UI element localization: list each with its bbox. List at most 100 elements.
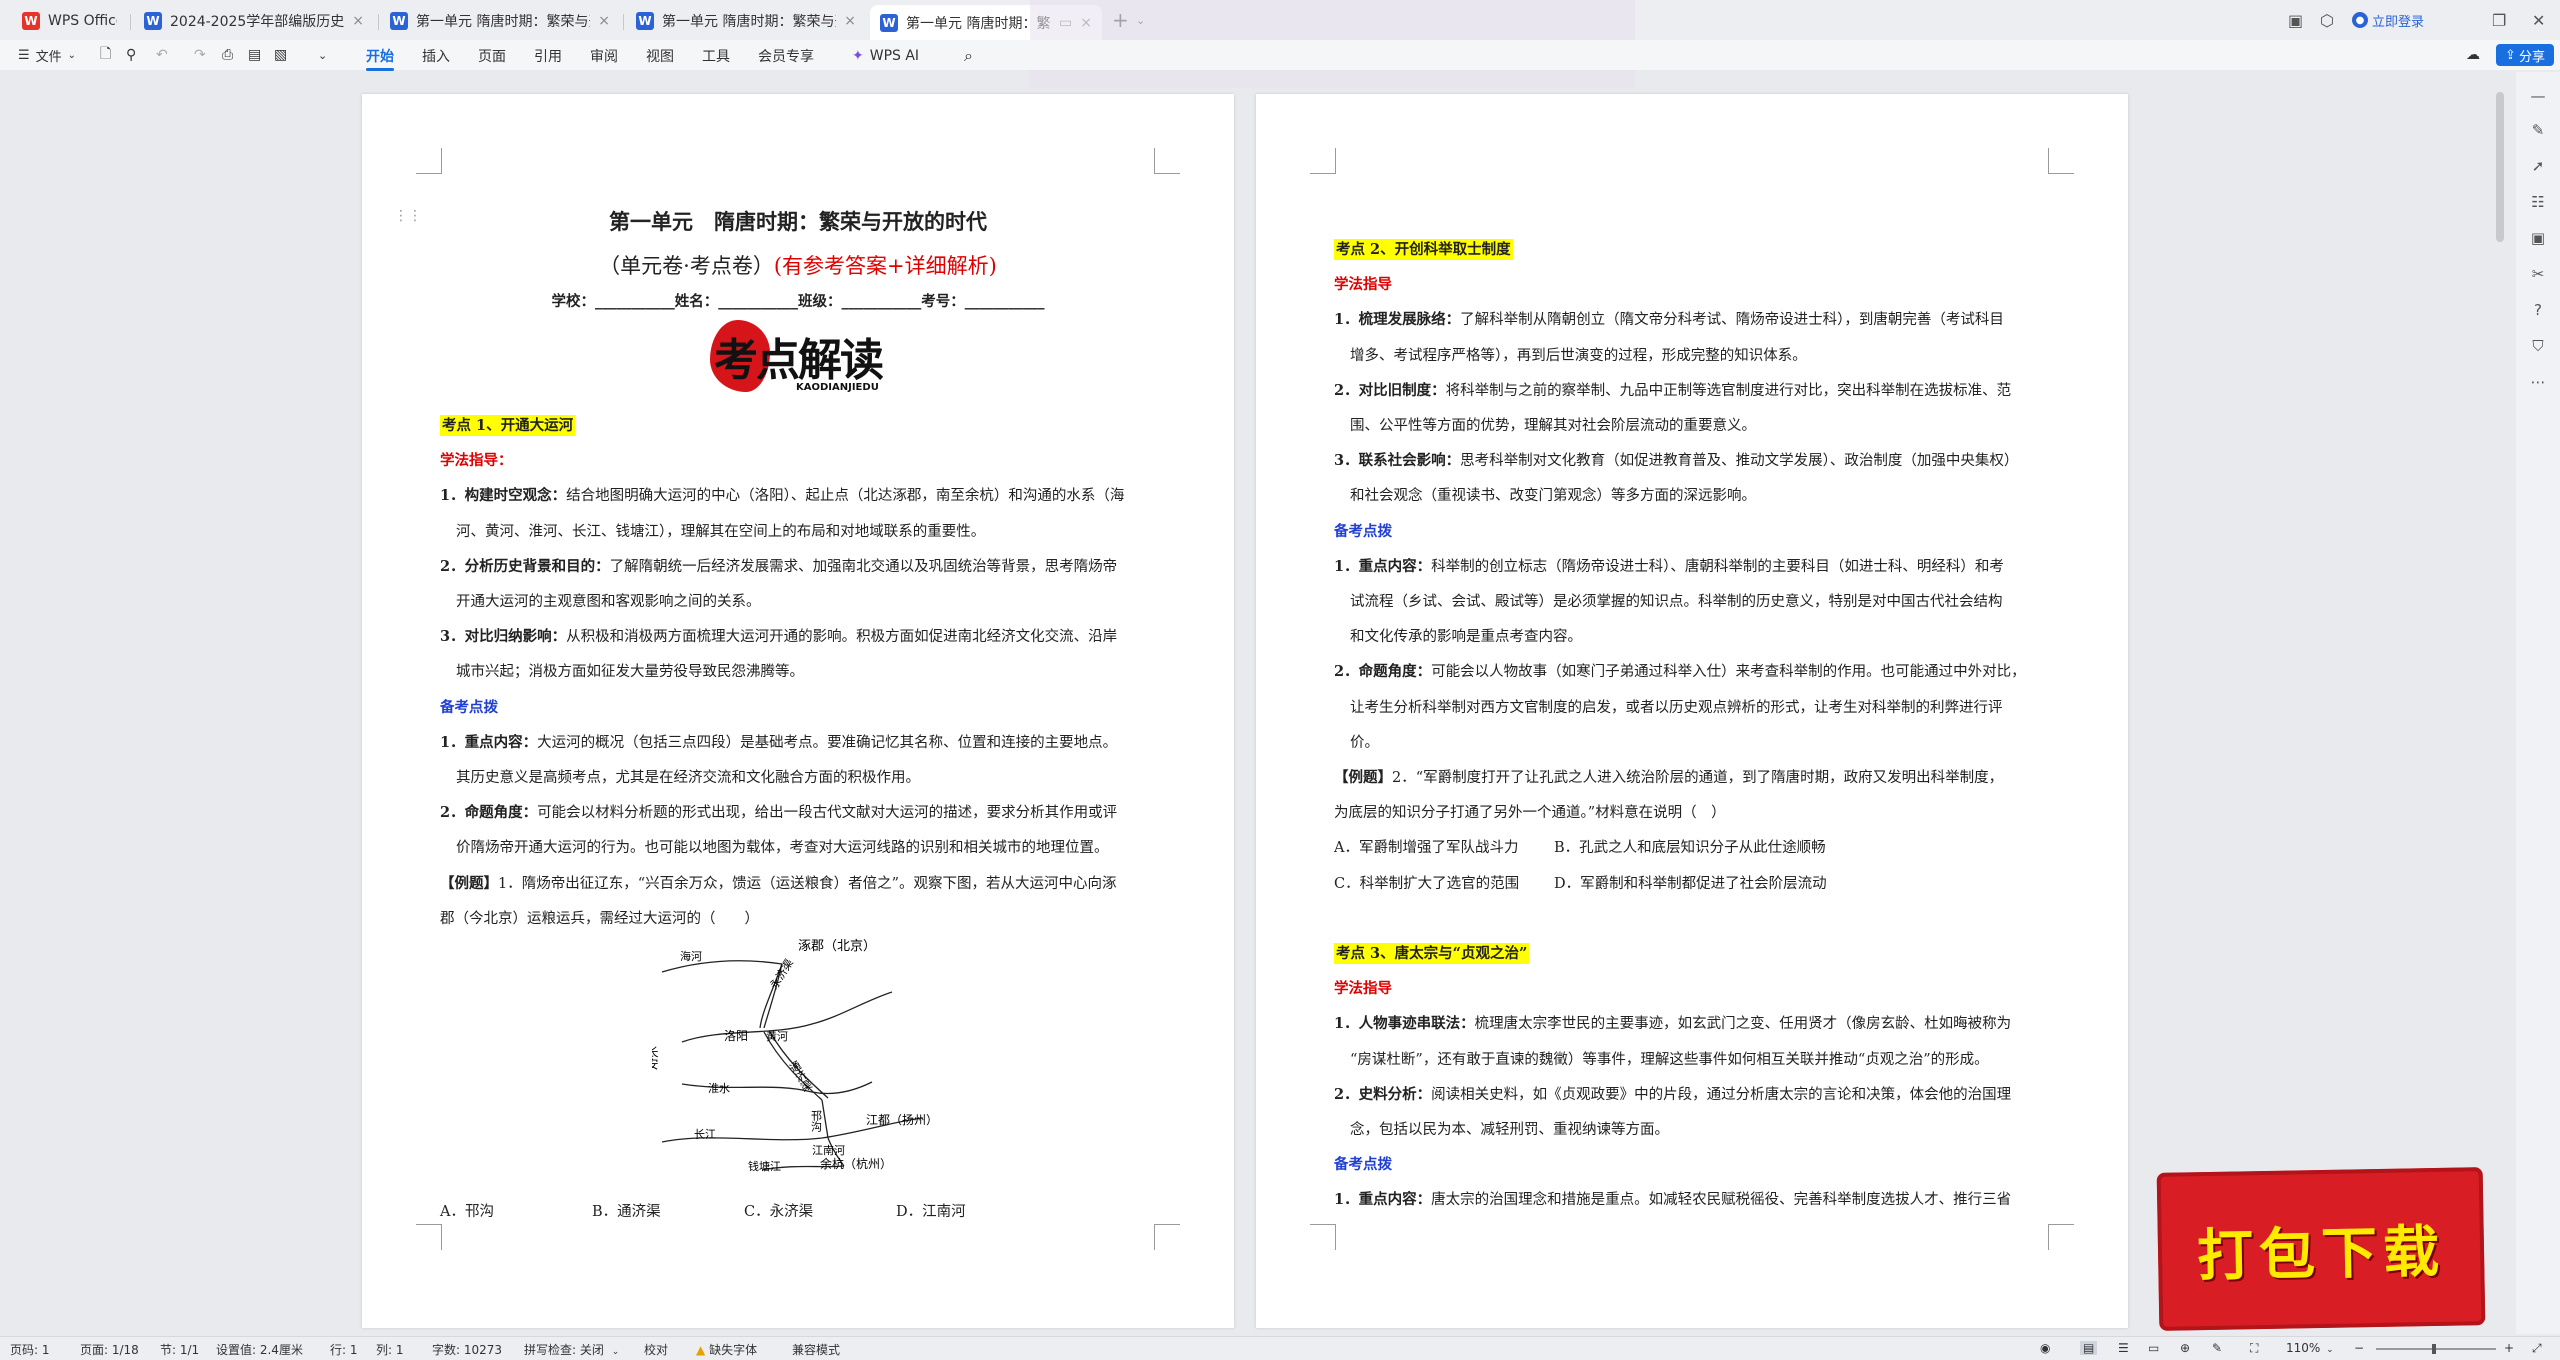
- zoom-out-icon[interactable]: −: [2354, 1341, 2364, 1355]
- option-a: A．邗沟: [440, 1204, 494, 1220]
- find-icon[interactable]: ⚲: [126, 44, 136, 66]
- tab-wps-office[interactable]: W WPS Office: [12, 5, 127, 37]
- right-side-toolbar: — ✎ ➚ ☷ ▣ ✂ ? ⛉ ⋯: [2516, 72, 2560, 1334]
- paragraph-text: 价隋炀帝开通大运河的行为。也可能以地图为载体，考查对大运河线路的识别和相关城市的…: [456, 840, 1109, 857]
- status-section[interactable]: 节: 1/1: [160, 1341, 199, 1358]
- undo-icon[interactable]: ↶: [156, 44, 168, 66]
- paragraph-text: 城市兴起；消极方面如征发大量劳役导致民怨沸腾等。: [456, 664, 804, 681]
- outline-view-icon[interactable]: ☰: [2118, 1341, 2129, 1355]
- vertical-scrollbar-thumb[interactable]: [2496, 92, 2504, 242]
- cloud-sync-icon[interactable]: ☁: [2466, 44, 2480, 66]
- subtitle-part-a: （单元卷·考点卷）: [599, 254, 774, 278]
- close-icon[interactable]: ×: [598, 13, 610, 29]
- option-c: C．永济渠: [744, 1204, 814, 1220]
- zoom-slider-thumb[interactable]: [2432, 1344, 2436, 1354]
- paragraph-lead: 1．梳理发展脉络：: [1334, 311, 1461, 329]
- status-compat-mode: 兼容模式: [792, 1343, 841, 1357]
- answer-options-row: C．科举制扩大了选官的范围 D．军爵制和科举制都促进了社会阶层流动: [1334, 872, 1827, 893]
- paragraph-continuation: 城市兴起；消极方面如征发大量劳役导致民怨沸腾等。: [456, 660, 804, 681]
- status-setting[interactable]: 设置值: 2.4厘米: [216, 1341, 303, 1358]
- paragraph-line: 1．人物事迹串联法：梳理唐太宗李世民的主要事迹，如玄武门之变、任用贤才（像房玄龄…: [1334, 1012, 2011, 1033]
- cube-icon[interactable]: ⬡: [2320, 9, 2334, 31]
- paragraph-lead: 【例题】: [440, 874, 498, 892]
- status-word-count[interactable]: 字数: 10273: [432, 1341, 502, 1358]
- download-promo-badge[interactable]: 打包下载: [2156, 1167, 2486, 1331]
- paragraph-text: 和社会观念（重视读书、改变门第观念）等多方面的深远影响。: [1350, 488, 1756, 505]
- more-icon[interactable]: ⋯: [2528, 372, 2548, 392]
- paragraph-lead: 3．联系社会影响：: [1334, 452, 1461, 470]
- login-button[interactable]: ● 立即登录: [2352, 9, 2424, 31]
- zoom-level-label: 110%: [2286, 1341, 2321, 1355]
- restore-window-icon[interactable]: ❐: [2492, 9, 2506, 31]
- tab-document-1[interactable]: W 2024-2025学年部编版历史七年级 ×: [134, 5, 374, 37]
- ribbon-tab-insert[interactable]: 插入: [422, 44, 450, 68]
- close-window-icon[interactable]: ✕: [2532, 9, 2545, 31]
- fullscreen-icon[interactable]: ⤢: [2532, 1341, 2542, 1356]
- ribbon-tab-page[interactable]: 页面: [478, 44, 506, 68]
- file-menu[interactable]: ☰ 文件 ⌄: [18, 44, 76, 66]
- map-label-jiangnan: 江南河: [812, 1144, 845, 1157]
- select-cursor-icon[interactable]: ➚: [2528, 156, 2548, 176]
- pen-icon[interactable]: ✎: [2528, 120, 2548, 140]
- page-view-icon[interactable]: ▤: [2080, 1341, 2098, 1355]
- tab-document-3[interactable]: W 第一单元 隋唐时期：繁荣与开放的 ×: [626, 5, 866, 37]
- spell-check-label: 拼写检查: 关闭: [524, 1343, 604, 1357]
- tab-label: 第一单元 隋唐时期：繁荣与开放的时: [416, 14, 590, 30]
- status-spell-check[interactable]: 拼写检查: 关闭 ⌄: [524, 1341, 619, 1358]
- layout-icon[interactable]: ▣: [2288, 9, 2303, 31]
- paragraph-text: 科举制的创立标志（隋炀帝设进士科）、唐朝科举制的主要科目（如进士科、明经科）和考: [1431, 558, 2004, 575]
- subtitle-part-b: (有参考答案+详细解析): [773, 254, 997, 278]
- status-pages[interactable]: 页面: 1/18: [80, 1341, 139, 1358]
- paragraph-continuation: 让考生分析科举制对西方文官制度的启发，或者以历史观点辨析的形式，让考生对科举制的…: [1350, 696, 2003, 717]
- format-painter-icon[interactable]: ▧: [274, 44, 287, 66]
- paragraph-text: 思考科举制对文化教育（如促进教育普及、推动文学发展）、政治制度（加强中央集权）: [1460, 453, 2019, 470]
- ribbon-tab-references[interactable]: 引用: [534, 44, 562, 68]
- wps-ai-button[interactable]: ✦ WPS AI: [852, 44, 919, 68]
- shirt-icon[interactable]: ⛉: [2528, 336, 2548, 356]
- map-label-yuhang: 余杭（杭州）: [820, 1156, 892, 1171]
- ribbon-tab-home[interactable]: 开始: [366, 44, 394, 71]
- read-view-icon[interactable]: ▭: [2148, 1341, 2159, 1355]
- share-button[interactable]: ⇪ 分享: [2496, 44, 2554, 66]
- paragraph-text: 增多、考试程序严格等），再到后世演变的过程，形成完整的知识体系。: [1350, 347, 1807, 364]
- print-icon[interactable]: ⎙: [222, 44, 233, 66]
- ribbon-tab-view[interactable]: 视图: [646, 44, 674, 68]
- status-page-number[interactable]: 页码: 1: [10, 1341, 50, 1358]
- ribbon-tab-member[interactable]: 会员专享: [758, 44, 814, 68]
- tools-icon[interactable]: ✂: [2528, 264, 2548, 284]
- help-icon[interactable]: ?: [2528, 300, 2548, 320]
- map-label-qiantang: 钱塘江: [748, 1159, 781, 1172]
- close-icon[interactable]: ×: [352, 13, 364, 29]
- map-label-huanghe: 黄河: [766, 1029, 788, 1043]
- status-missing-font[interactable]: ▲ 缺失字体: [696, 1341, 757, 1358]
- paragraph-continuation: 围、公平性等方面的优势，理解其对社会阶层流动的重要意义。: [1350, 414, 1756, 435]
- paragraph-text: 河、黄河、淮河、长江、钱塘江），理解其在空间上的布局和对地域联系的重要性。: [456, 523, 986, 540]
- paragraph-lead: 3．对比归纳影响：: [440, 628, 567, 646]
- write-mode-icon[interactable]: ✎: [2212, 1341, 2222, 1355]
- paragraph-line: 3．对比归纳影响：从积极和消极两方面梳理大运河开通的影响。积极方面如促进南北经济…: [440, 625, 1117, 646]
- web-view-icon[interactable]: ⊕: [2180, 1341, 2190, 1355]
- search-icon[interactable]: ⌕: [964, 44, 973, 68]
- export-pdf-icon[interactable]: ▤: [248, 44, 261, 66]
- ribbon-tab-review[interactable]: 审阅: [590, 44, 618, 68]
- image-icon[interactable]: ▣: [2528, 228, 2548, 248]
- zoom-level[interactable]: 110% ⌄: [2286, 1341, 2334, 1355]
- status-row[interactable]: 行: 1: [330, 1341, 358, 1358]
- redo-icon[interactable]: ↷: [194, 44, 206, 66]
- eye-protect-icon[interactable]: ◉: [2040, 1341, 2050, 1355]
- status-col[interactable]: 列: 1: [376, 1341, 404, 1358]
- zoom-slider[interactable]: [2376, 1344, 2496, 1354]
- tab-document-2[interactable]: W 第一单元 隋唐时期：繁荣与开放的时 ×: [380, 5, 620, 37]
- close-icon[interactable]: ×: [844, 13, 856, 29]
- more-chevron-icon[interactable]: ⌄: [318, 44, 327, 66]
- paragraph-text: 为底层的知识分子打通了另外一个通道。”材料意在说明（ ）: [1334, 805, 1726, 822]
- ribbon-tab-tools[interactable]: 工具: [702, 44, 730, 68]
- fit-screen-icon[interactable]: ⛶: [2250, 1341, 2258, 1356]
- exam-tips-label: 备考点拨: [1334, 522, 1392, 540]
- collapse-icon[interactable]: —: [2528, 86, 2548, 106]
- zoom-in-icon[interactable]: +: [2504, 1341, 2514, 1355]
- save-icon[interactable]: 🗋: [100, 44, 111, 66]
- status-proofread[interactable]: 校对: [644, 1341, 668, 1358]
- map-canal-hangou: [821, 1099, 829, 1139]
- sliders-icon[interactable]: ☷: [2528, 192, 2548, 212]
